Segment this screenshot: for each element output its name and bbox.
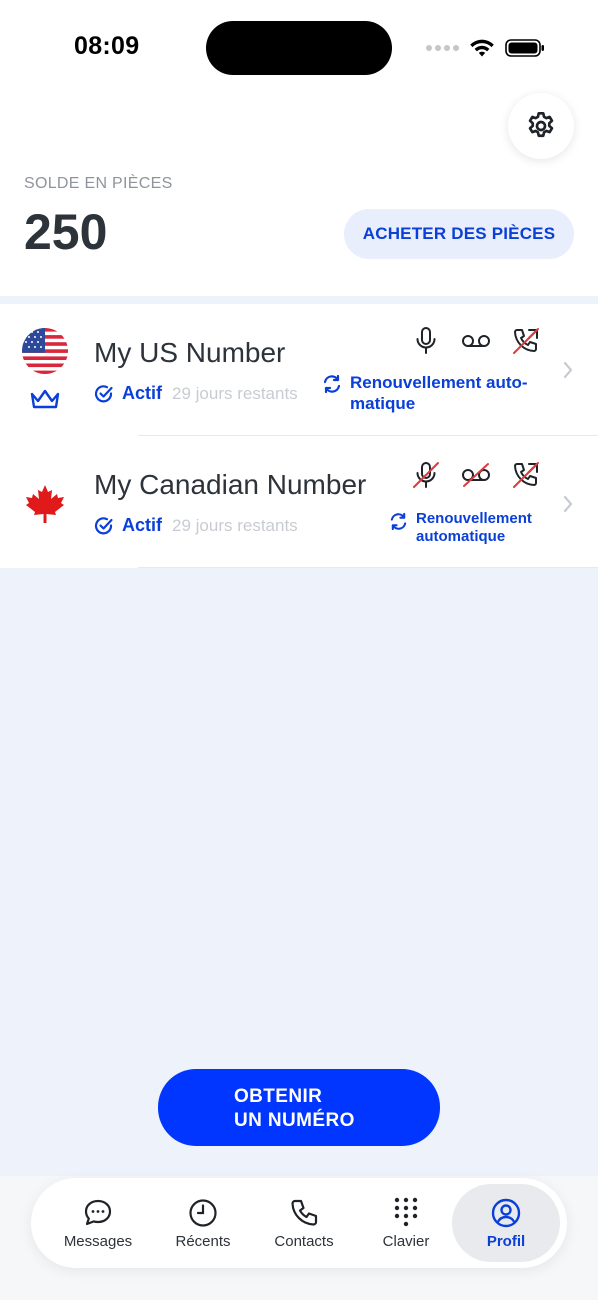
wifi-icon — [470, 39, 494, 57]
tab-label: Profil — [486, 1233, 526, 1250]
features-group — [401, 326, 551, 356]
call-forwarding-disabled-icon — [501, 460, 551, 490]
number-name: My US Number — [94, 337, 286, 368]
number-row-us[interactable]: My US Number Actif 29 jours restants Ren… — [0, 304, 598, 436]
tab-label: Messages — [63, 1233, 133, 1250]
renewal-label: Renouvellement automatique — [416, 510, 532, 545]
keypad-icon — [392, 1196, 420, 1230]
microphone-icon — [401, 326, 451, 356]
clock-icon — [187, 1196, 219, 1230]
renewal-label: Renouvellement auto- matique — [350, 373, 528, 413]
row-divider — [138, 567, 598, 568]
voicemail-disabled-icon — [451, 460, 501, 490]
check-circle-icon — [94, 384, 114, 404]
tab-label: Récents — [175, 1233, 231, 1250]
number-status: Actif 29 jours restants — [94, 383, 298, 404]
gear-icon — [528, 112, 554, 138]
days-remaining: 29 jours restants — [172, 383, 298, 403]
microphone-disabled-icon — [401, 460, 451, 490]
auto-renewal: Renouvellement auto- matique — [322, 372, 528, 414]
cellular-signal-icon — [426, 45, 459, 51]
chevron-right-icon[interactable] — [562, 360, 574, 380]
get-number-button[interactable]: OBTENIR UN NUMÉRO — [158, 1069, 440, 1146]
battery-icon — [505, 39, 544, 57]
canada-flag-icon — [26, 485, 64, 523]
settings-button[interactable] — [508, 93, 574, 159]
refresh-icon — [322, 374, 342, 414]
tab-contacts[interactable]: Contacts — [252, 1178, 356, 1268]
status-bar: 08:09 — [0, 0, 598, 90]
balance-label: SOLDE EN PIÈCES — [24, 175, 173, 192]
features-group — [401, 460, 551, 490]
days-remaining: 29 jours restants — [172, 515, 298, 535]
us-flag-icon — [22, 328, 68, 374]
header-area: 08:09 SOLDE EN PIÈCES 250 ACHETER DES PI… — [0, 0, 598, 296]
status-time: 08:09 — [74, 32, 140, 60]
crown-icon — [30, 389, 60, 409]
tab-label: Contacts — [274, 1233, 334, 1250]
tab-messages[interactable]: Messages — [46, 1178, 150, 1268]
number-status: Actif 29 jours restants — [94, 515, 298, 536]
tab-bar: Messages Récents Contacts Clavier Profil — [31, 1178, 567, 1268]
profile-icon — [490, 1196, 522, 1230]
auto-renewal: Renouvellement automatique — [389, 510, 532, 546]
check-circle-icon — [94, 516, 114, 536]
tab-recents[interactable]: Récents — [151, 1178, 255, 1268]
phone-icon — [288, 1196, 320, 1230]
buy-coins-button[interactable]: ACHETER DES PIÈCES — [344, 209, 574, 259]
number-name: My Canadian Number — [94, 469, 367, 500]
status-label: Actif — [122, 515, 162, 535]
balance-value: 250 — [24, 204, 108, 260]
dynamic-island — [206, 21, 392, 75]
tab-profile[interactable]: Profil — [452, 1184, 560, 1262]
refresh-icon — [389, 512, 408, 546]
tab-keypad[interactable]: Clavier — [354, 1178, 458, 1268]
call-forwarding-disabled-icon — [501, 326, 551, 356]
status-label: Actif — [122, 383, 162, 403]
voicemail-icon — [451, 326, 501, 356]
number-row-canada[interactable]: My Canadian Number Actif 29 jours restan… — [0, 436, 598, 568]
chevron-right-icon[interactable] — [562, 494, 574, 514]
tab-label: Clavier — [382, 1233, 430, 1250]
status-icons — [426, 36, 545, 60]
chat-bubble-icon — [82, 1196, 114, 1230]
